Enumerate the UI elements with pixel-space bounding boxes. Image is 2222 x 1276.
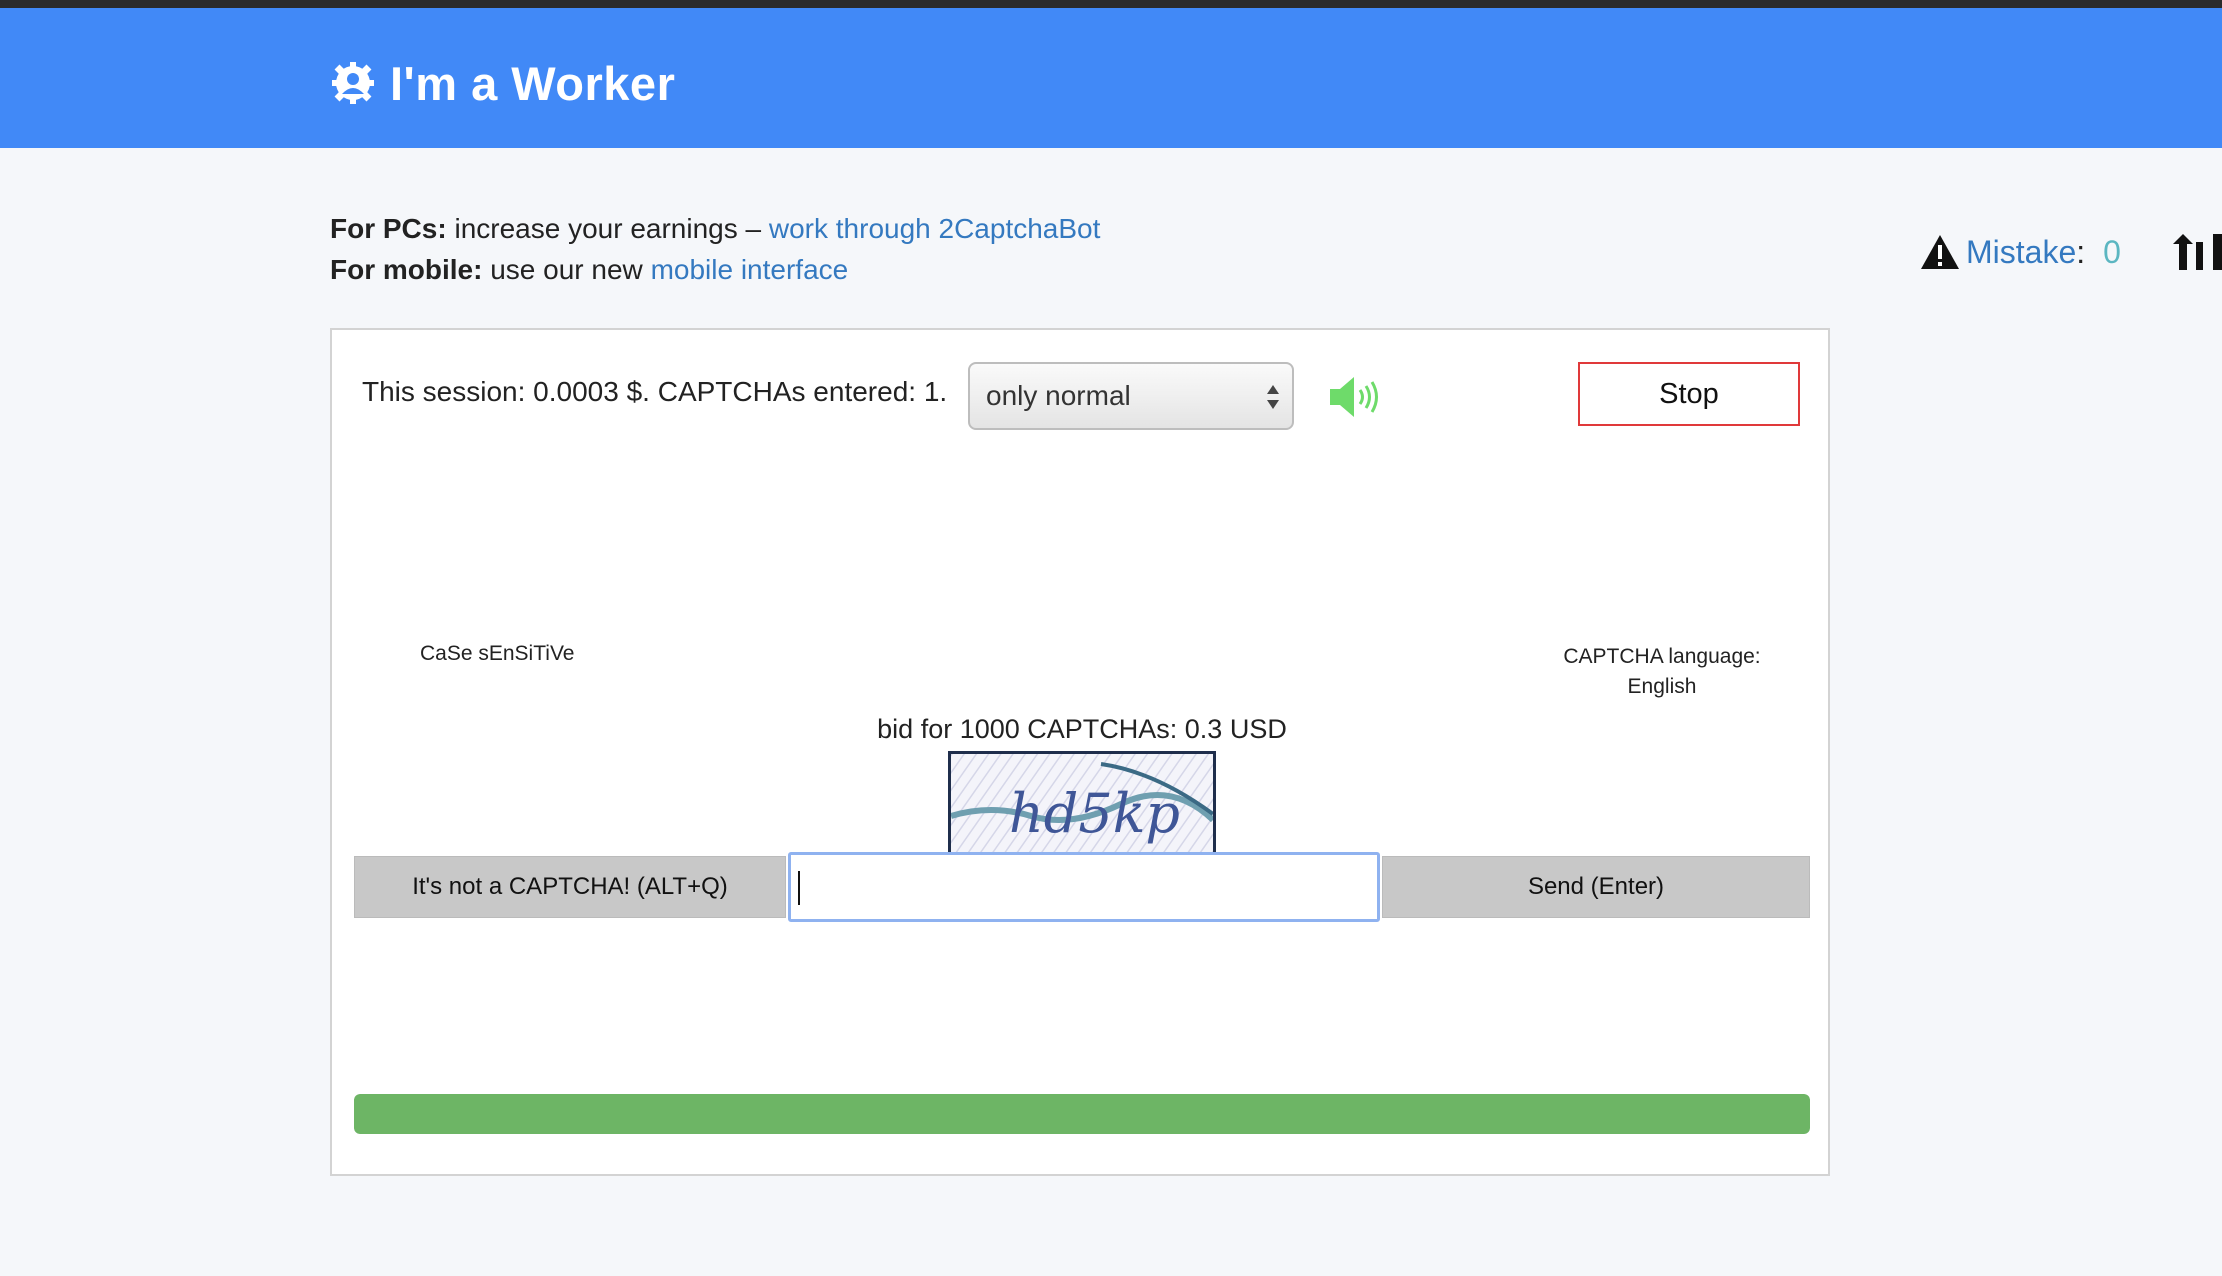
header-bar: I'm a Worker xyxy=(0,8,2222,148)
case-sensitive-note: CaSe sEnSiTiVe xyxy=(420,642,575,665)
bid-text: bid for 1000 CAPTCHAs: 0.3 USD xyxy=(877,714,1287,744)
captcha-drawing: hd5kp xyxy=(951,754,1213,854)
mistake-link[interactable]: Mistake xyxy=(1966,234,2076,271)
language-value: English xyxy=(1627,675,1697,698)
cut-off-stat xyxy=(2212,234,2222,270)
warning-icon xyxy=(1921,235,1959,269)
mistake-value: 0 xyxy=(2103,233,2121,270)
session-stats: This session: 0.0003 $. CAPTCHAs entered… xyxy=(362,376,948,407)
mistake-colon: : xyxy=(2076,233,2086,270)
send-button[interactable]: Send (Enter) xyxy=(1382,856,1810,918)
mobile-label: For mobile: xyxy=(330,254,483,285)
worker-stats: Mistake : 0 xyxy=(1920,228,2222,276)
captcha-image: hd5kp xyxy=(948,751,1216,857)
speaker-icon[interactable] xyxy=(1328,374,1384,420)
stop-button[interactable]: Stop xyxy=(1578,362,1800,426)
captcha-type-select[interactable]: only normal xyxy=(968,362,1294,430)
pc-text: increase your earnings – xyxy=(446,213,769,244)
mobile-interface-link[interactable]: mobile interface xyxy=(651,254,849,285)
mobile-info-line: For mobile: use our new mobile interface xyxy=(330,249,1100,290)
captcha-language: CAPTCHA language: English xyxy=(1532,642,1792,702)
upload-arrow-icon[interactable] xyxy=(2169,232,2209,272)
captcha-type-value: only normal xyxy=(986,380,1131,411)
timer-progress-fill xyxy=(354,1094,1810,1134)
answer-row: It's not a CAPTCHA! (ALT+Q) Send (Enter) xyxy=(354,852,1810,922)
captcha-answer-input[interactable] xyxy=(788,852,1380,922)
mobile-text: use our new xyxy=(482,254,651,285)
2captchabot-link[interactable]: work through 2CaptchaBot xyxy=(769,213,1101,244)
gear-user-icon xyxy=(332,62,374,104)
timer-progress-bar xyxy=(354,1094,1810,1134)
not-captcha-button[interactable]: It's not a CAPTCHA! (ALT+Q) xyxy=(354,856,786,918)
top-strip xyxy=(0,0,2222,8)
page-title: I'm a Worker xyxy=(390,56,676,110)
captcha-panel: This session: 0.0003 $. CAPTCHAs entered… xyxy=(330,328,1830,1176)
brand[interactable]: I'm a Worker xyxy=(330,53,675,113)
pc-label: For PCs: xyxy=(330,213,447,244)
info-block: For PCs: increase your earnings – work t… xyxy=(330,208,1100,290)
text-caret xyxy=(798,871,800,905)
captcha-text: hd5kp xyxy=(1009,782,1180,845)
language-label: CAPTCHA language: xyxy=(1563,645,1761,668)
select-arrows-icon xyxy=(1267,385,1279,409)
pc-info-line: For PCs: increase your earnings – work t… xyxy=(330,208,1100,249)
